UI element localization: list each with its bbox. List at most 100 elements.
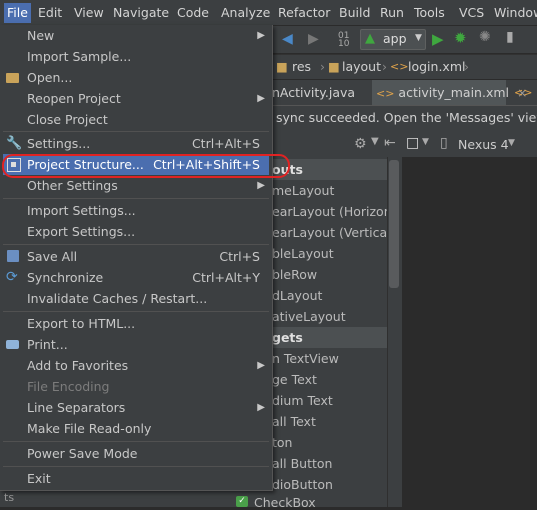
chevron-down-icon: ▼ bbox=[508, 138, 515, 148]
debug-bug-icon[interactable]: ✹ bbox=[454, 29, 467, 47]
menu-vcs[interactable]: VCS bbox=[459, 4, 484, 22]
palette-item[interactable]: meLayout bbox=[272, 180, 387, 201]
menu-item-power-save-mode[interactable]: Power Save Mode bbox=[3, 443, 269, 464]
palette-item[interactable]: ativeLayout bbox=[272, 306, 387, 327]
file-menu: New ▶ Import Sample... Open... Reopen Pr… bbox=[0, 25, 273, 491]
palette-item[interactable]: all Text bbox=[272, 411, 387, 432]
menu-item-close-project[interactable]: Close Project bbox=[3, 109, 269, 130]
menu-item-label: Print... bbox=[27, 337, 68, 352]
palette-item[interactable]: all Button bbox=[272, 453, 387, 474]
tab-main-activity[interactable]: nActivity.java bbox=[268, 80, 372, 105]
breadcrumb-res[interactable]: res bbox=[292, 58, 311, 76]
menu-item-save-all[interactable]: Save All Ctrl+S bbox=[3, 246, 269, 267]
folder-icon bbox=[6, 70, 21, 85]
run-icon[interactable]: ▶ bbox=[432, 30, 444, 48]
menu-item-label: Close Project bbox=[27, 112, 108, 127]
binary-icon[interactable]: 01 10 bbox=[338, 32, 349, 49]
menu-item-line-separators[interactable]: Line Separators ▶ bbox=[3, 397, 269, 418]
menu-item-print[interactable]: Print... bbox=[3, 334, 269, 355]
menu-separator bbox=[3, 311, 269, 312]
palette-item[interactable]: ge Text bbox=[272, 369, 387, 390]
notification-text[interactable]: sync succeeded. Open the 'Messages' view… bbox=[276, 110, 537, 125]
tab-activity-main[interactable]: <> activity_main.xml × bbox=[372, 80, 527, 105]
palette-item[interactable]: ton bbox=[272, 432, 387, 453]
palette-item[interactable]: n TextView bbox=[272, 348, 387, 369]
submenu-arrow-icon: ▶ bbox=[257, 30, 265, 41]
menu-item-import-settings[interactable]: Import Settings... bbox=[3, 200, 269, 221]
android-icon: ▲ bbox=[365, 31, 375, 46]
palette-group-widgets[interactable]: gets bbox=[272, 327, 387, 348]
menu-item-settings[interactable]: 🔧 Settings... Ctrl+Alt+S bbox=[3, 133, 269, 154]
menu-item-label: File Encoding bbox=[27, 379, 110, 394]
palette-item[interactable]: dioButton bbox=[272, 474, 387, 495]
menu-item-file-encoding: File Encoding bbox=[3, 376, 269, 397]
forward-arrow-icon[interactable]: ▶ bbox=[308, 31, 319, 47]
palette-item[interactable]: bleRow bbox=[272, 264, 387, 285]
design-canvas[interactable] bbox=[402, 157, 537, 507]
menu-item-other-settings[interactable]: Other Settings ▶ bbox=[3, 175, 269, 196]
attach-debugger-icon[interactable]: ✺ bbox=[479, 29, 491, 45]
sync-icon: ⟳ bbox=[6, 269, 18, 285]
menu-refactor[interactable]: Refactor bbox=[278, 4, 330, 22]
menu-edit[interactable]: Edit bbox=[38, 4, 62, 22]
back-arrow-icon[interactable]: ◀ bbox=[282, 31, 293, 47]
notification-bar: sync succeeded. Open the 'Messages' view… bbox=[272, 105, 537, 132]
menu-separator bbox=[3, 466, 269, 467]
menu-item-shortcut: Ctrl+Alt+S bbox=[191, 136, 260, 151]
xml-file-icon: <> bbox=[376, 87, 395, 100]
menu-item-make-read-only[interactable]: Make File Read-only bbox=[3, 418, 269, 439]
menu-item-add-to-favorites[interactable]: Add to Favorites ▶ bbox=[3, 355, 269, 376]
palette-item[interactable]: dium Text bbox=[272, 390, 387, 411]
device-icon[interactable]: ▯ bbox=[440, 135, 448, 151]
run-config-select[interactable]: ▲ app ▼ bbox=[360, 29, 426, 50]
menu-item-open[interactable]: Open... bbox=[3, 67, 269, 88]
menu-item-synchronize[interactable]: ⟳ Synchronize Ctrl+Alt+Y bbox=[3, 267, 269, 288]
palette-item-checkbox[interactable]: CheckBox bbox=[254, 495, 316, 510]
breadcrumb-layout[interactable]: layout bbox=[342, 58, 381, 76]
device-select[interactable]: Nexus 4 bbox=[458, 137, 509, 152]
menu-item-shortcut: Ctrl+Alt+Y bbox=[192, 270, 260, 285]
menu-item-exit[interactable]: Exit bbox=[3, 468, 269, 489]
menu-navigate[interactable]: Navigate bbox=[113, 4, 169, 22]
folder-icon: ■ bbox=[328, 59, 340, 74]
tab-label: activity_main.xml bbox=[398, 85, 509, 100]
menu-build[interactable]: Build bbox=[339, 4, 370, 22]
chevron-down-icon: ▼ bbox=[415, 33, 422, 43]
stop-icon[interactable]: ▮ bbox=[506, 29, 514, 45]
menu-window[interactable]: Window bbox=[494, 4, 537, 22]
menu-view[interactable]: View bbox=[74, 4, 104, 22]
checkbox-icon: ✓ bbox=[236, 496, 248, 507]
editor-tabs: nActivity.java <> activity_main.xml × <> bbox=[272, 79, 537, 105]
menu-analyze[interactable]: Analyze bbox=[221, 4, 270, 22]
xml-file-icon[interactable]: <> bbox=[510, 80, 532, 105]
file-icon[interactable]: □ bbox=[406, 135, 419, 151]
palette-item[interactable]: earLayout (Vertical) bbox=[272, 222, 387, 243]
scrollbar-thumb[interactable] bbox=[389, 160, 399, 288]
gear-icon[interactable]: ⚙ bbox=[354, 136, 367, 152]
xml-file-icon: <> bbox=[390, 60, 409, 73]
breadcrumb-login-xml[interactable]: login.xml bbox=[408, 58, 465, 76]
menu-item-reopen-project[interactable]: Reopen Project ▶ bbox=[3, 88, 269, 109]
menu-file[interactable]: File bbox=[4, 3, 31, 23]
menu-run[interactable]: Run bbox=[380, 4, 404, 22]
palette-item[interactable]: dLayout bbox=[272, 285, 387, 306]
menu-item-label: Add to Favorites bbox=[27, 358, 129, 373]
chevron-down-icon[interactable]: ▼ bbox=[371, 136, 379, 147]
menu-tools[interactable]: Tools bbox=[414, 4, 445, 22]
menu-item-label: Import Sample... bbox=[27, 49, 132, 64]
palette-item[interactable]: earLayout (Horizonta bbox=[272, 201, 387, 222]
menu-item-new[interactable]: New ▶ bbox=[3, 25, 269, 46]
collapse-icon[interactable]: ⇤ bbox=[384, 135, 396, 151]
menu-item-import-sample[interactable]: Import Sample... bbox=[3, 46, 269, 67]
menu-item-export-settings[interactable]: Export Settings... bbox=[3, 221, 269, 242]
menu-item-shortcut: Ctrl+S bbox=[219, 249, 260, 264]
menu-item-export-html[interactable]: Export to HTML... bbox=[3, 313, 269, 334]
palette-item[interactable]: bleLayout bbox=[272, 243, 387, 264]
folder-icon: ■ bbox=[276, 59, 288, 74]
menu-bar: File Edit View Navigate Code Analyze Ref… bbox=[0, 0, 537, 26]
menu-item-invalidate-caches[interactable]: Invalidate Caches / Restart... bbox=[3, 288, 269, 309]
menu-item-label: Export Settings... bbox=[27, 224, 136, 239]
menu-code[interactable]: Code bbox=[177, 4, 209, 22]
menu-item-label: Line Separators bbox=[27, 400, 126, 415]
bottom-strip-label: ts bbox=[4, 491, 15, 504]
